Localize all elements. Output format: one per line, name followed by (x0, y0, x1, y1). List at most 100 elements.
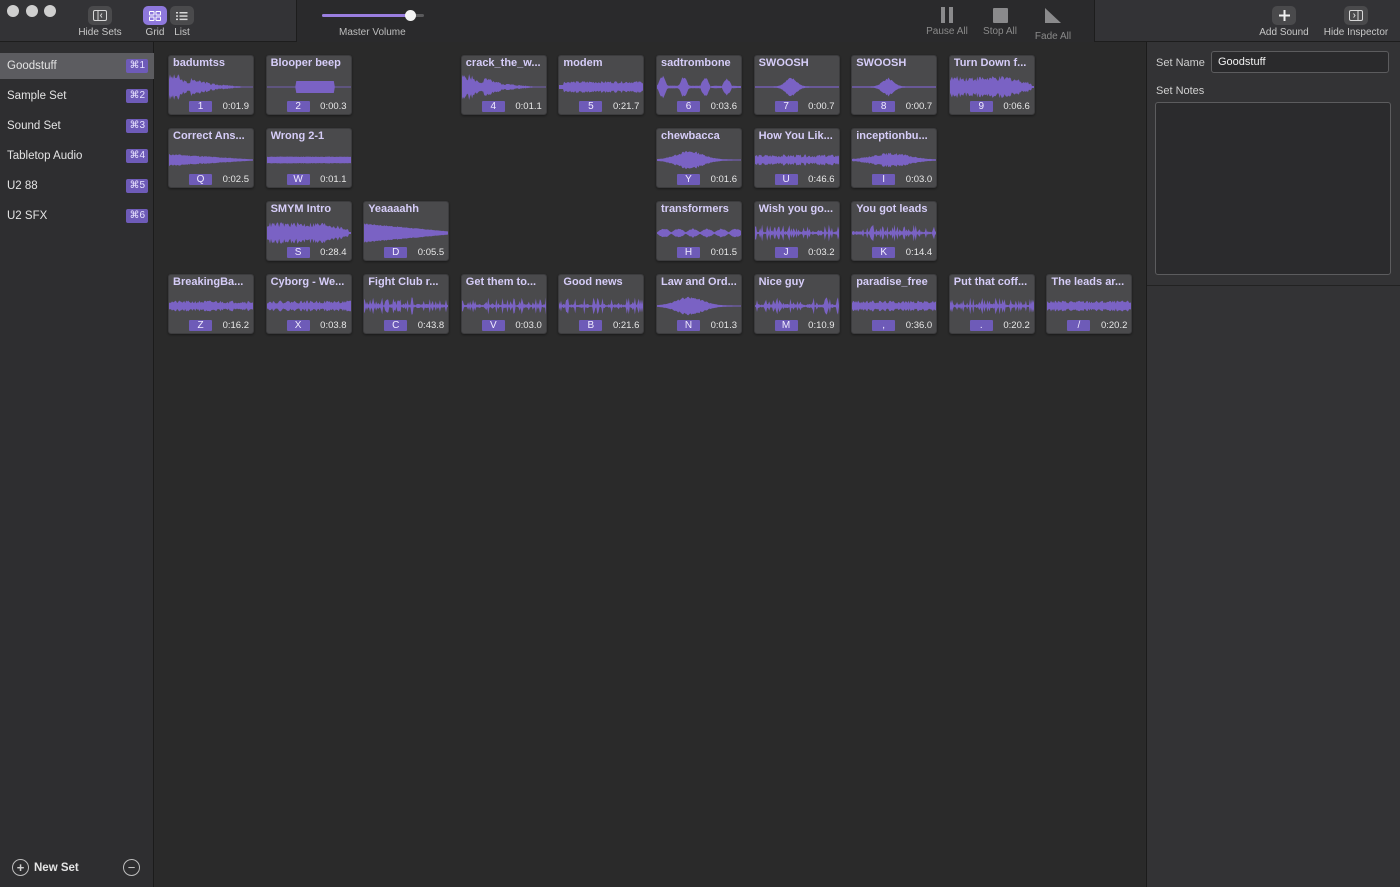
hotkey-badge: Q (189, 174, 212, 185)
sound-tile[interactable]: SWOOSH 7 0:00.7 (753, 55, 840, 115)
hotkey-badge: S (286, 247, 310, 258)
sound-name: modem (563, 57, 603, 69)
set-item-label: U2 88 (7, 180, 38, 192)
sound-tile[interactable]: The leads ar... / 0:20.2 (1046, 274, 1133, 334)
stop-icon (992, 8, 1008, 23)
sound-tile[interactable]: modem 5 0:21.7 (558, 55, 645, 115)
waveform-icon (754, 72, 839, 102)
hotkey-badge: Y (677, 174, 700, 185)
sound-tile[interactable]: Wrong 2-1 W 0:01.1 (265, 128, 352, 188)
sound-tile[interactable]: Wish you go... J 0:03.2 (753, 201, 840, 261)
sound-tile[interactable]: inceptionbu... I 0:03.0 (851, 128, 938, 188)
sound-tile[interactable]: sadtrombone 6 0:03.6 (656, 55, 742, 115)
sets-sidebar: Goodstuff ⌘1 Sample Set ⌘2 Sound Set ⌘3 Tablet… (0, 42, 154, 887)
fade-all-button[interactable]: Fade All (1033, 0, 1073, 42)
stop-all-button[interactable]: Stop All (980, 0, 1020, 42)
sound-duration: 0:16.2 (222, 320, 249, 331)
sound-tile[interactable]: chewbacca Y 0:01.6 (656, 128, 742, 188)
sound-tile[interactable]: Nice guy M 0:10.9 (753, 274, 840, 334)
grid-view-button[interactable]: Grid (143, 0, 167, 42)
sound-duration: 0:43.8 (417, 320, 445, 331)
waveform-icon (657, 145, 741, 175)
sound-tile[interactable]: Cyborg - We... X 0:03.8 (265, 274, 352, 334)
fade-all-label: Fade All (1034, 31, 1072, 42)
sound-name: inceptionbu... (856, 130, 928, 142)
set-notes-field[interactable] (1155, 102, 1391, 275)
window-close-button[interactable] (7, 5, 19, 17)
sound-tile[interactable]: Get them to... V 0:03.0 (460, 274, 547, 334)
sound-name: Yeaaaahh (368, 203, 419, 215)
sound-tile[interactable]: Yeaaaahh D 0:05.5 (363, 201, 450, 261)
set-item[interactable]: Sample Set ⌘2 (0, 83, 154, 109)
hide-sets-button[interactable]: Hide Sets (78, 0, 122, 42)
hotkey-badge: W (286, 174, 310, 185)
master-volume-slider[interactable] (322, 10, 424, 21)
set-item[interactable]: Tabletop Audio ⌘4 (0, 143, 154, 169)
sound-name: Fight Club r... (368, 276, 439, 288)
sound-duration: 0:03.8 (320, 320, 347, 331)
sound-tile[interactable]: crack_the_w... 4 0:01.1 (460, 55, 547, 115)
list-label: List (174, 27, 190, 38)
set-name-field[interactable] (1211, 51, 1389, 73)
pause-all-button[interactable]: Pause All (925, 0, 969, 42)
inspector-toggle-icon (1344, 6, 1368, 25)
hotkey-badge: 7 (774, 101, 798, 112)
set-shortcut-badge: ⌘3 (126, 119, 148, 133)
set-item-label: Tabletop Audio (7, 150, 83, 162)
waveform-icon (852, 72, 937, 102)
hotkey-badge: H (677, 247, 700, 258)
hide-sets-label: Hide Sets (78, 27, 122, 38)
sound-grid: badumtss 1 0:01.9 Blooper beep 2 0:00.3 crack_… (155, 42, 1145, 887)
stop-all-label: Stop All (983, 26, 1017, 37)
new-set-button[interactable]: + New Set (12, 859, 79, 876)
sound-tile[interactable]: Correct Ans... Q 0:02.5 (168, 128, 254, 188)
hotkey-badge: 5 (579, 101, 603, 112)
set-item[interactable]: Goodstuff ⌘1 (0, 53, 154, 79)
waveform-icon (852, 291, 937, 321)
sound-duration: 0:00.7 (808, 101, 835, 112)
sound-tile[interactable]: Law and Ord... N 0:01.3 (656, 274, 742, 334)
sound-tile[interactable]: Turn Down f... 9 0:06.6 (948, 55, 1035, 115)
waveform-icon (559, 291, 644, 321)
sound-name: BreakingBa... (173, 276, 244, 288)
window-zoom-button[interactable] (44, 5, 56, 17)
sound-tile[interactable]: Good news B 0:21.6 (558, 274, 645, 334)
set-item[interactable]: U2 SFX ⌘6 (0, 203, 154, 229)
grid-icon (143, 6, 167, 25)
sound-tile[interactable]: How You Lik... U 0:46.6 (753, 128, 840, 188)
sound-tile[interactable]: BreakingBa... Z 0:16.2 (168, 274, 254, 334)
remove-set-button[interactable]: − (123, 859, 140, 876)
sound-tile[interactable]: Blooper beep 2 0:00.3 (265, 55, 352, 115)
waveform-icon (169, 291, 253, 321)
add-sound-button[interactable]: Add Sound (1258, 0, 1310, 42)
waveform-icon (364, 218, 449, 248)
hotkey-badge: C (384, 320, 408, 331)
sound-tile[interactable]: transformers H 0:01.5 (656, 201, 742, 261)
sound-tile[interactable]: SMYM Intro S 0:28.4 (265, 201, 352, 261)
waveform-icon (266, 291, 351, 321)
hotkey-badge: U (774, 174, 798, 185)
sound-tile[interactable]: Fight Club r... C 0:43.8 (363, 274, 450, 334)
sound-tile[interactable]: Put that coff.... 0:20.2 (948, 274, 1035, 334)
hide-inspector-button[interactable]: Hide Inspector (1322, 0, 1390, 42)
sound-tile[interactable]: paradise_free, 0:36.0 (851, 274, 938, 334)
sound-duration: 0:05.5 (417, 247, 445, 258)
sound-duration: 0:00.3 (320, 101, 347, 112)
sound-tile[interactable]: You got leads K 0:14.4 (851, 201, 938, 261)
sound-tile[interactable]: SWOOSH 8 0:00.7 (851, 55, 938, 115)
hotkey-badge: B (579, 320, 603, 331)
hotkey-badge: K (872, 247, 896, 258)
master-volume-knob[interactable] (404, 10, 416, 21)
waveform-icon (169, 145, 253, 175)
sound-name: Turn Down f... (953, 57, 1027, 69)
sound-tile[interactable]: badumtss 1 0:01.9 (168, 55, 254, 115)
sound-name: Blooper beep (270, 57, 341, 69)
hotkey-badge: 2 (286, 101, 310, 112)
new-set-label: New Set (34, 861, 79, 874)
fade-icon (1045, 8, 1061, 28)
set-item[interactable]: Sound Set ⌘3 (0, 113, 154, 139)
window-minimize-button[interactable] (26, 5, 38, 17)
set-item[interactable]: U2 88 ⌘5 (0, 173, 154, 199)
hide-inspector-label: Hide Inspector (1323, 27, 1389, 38)
list-view-button[interactable]: List (170, 0, 194, 42)
